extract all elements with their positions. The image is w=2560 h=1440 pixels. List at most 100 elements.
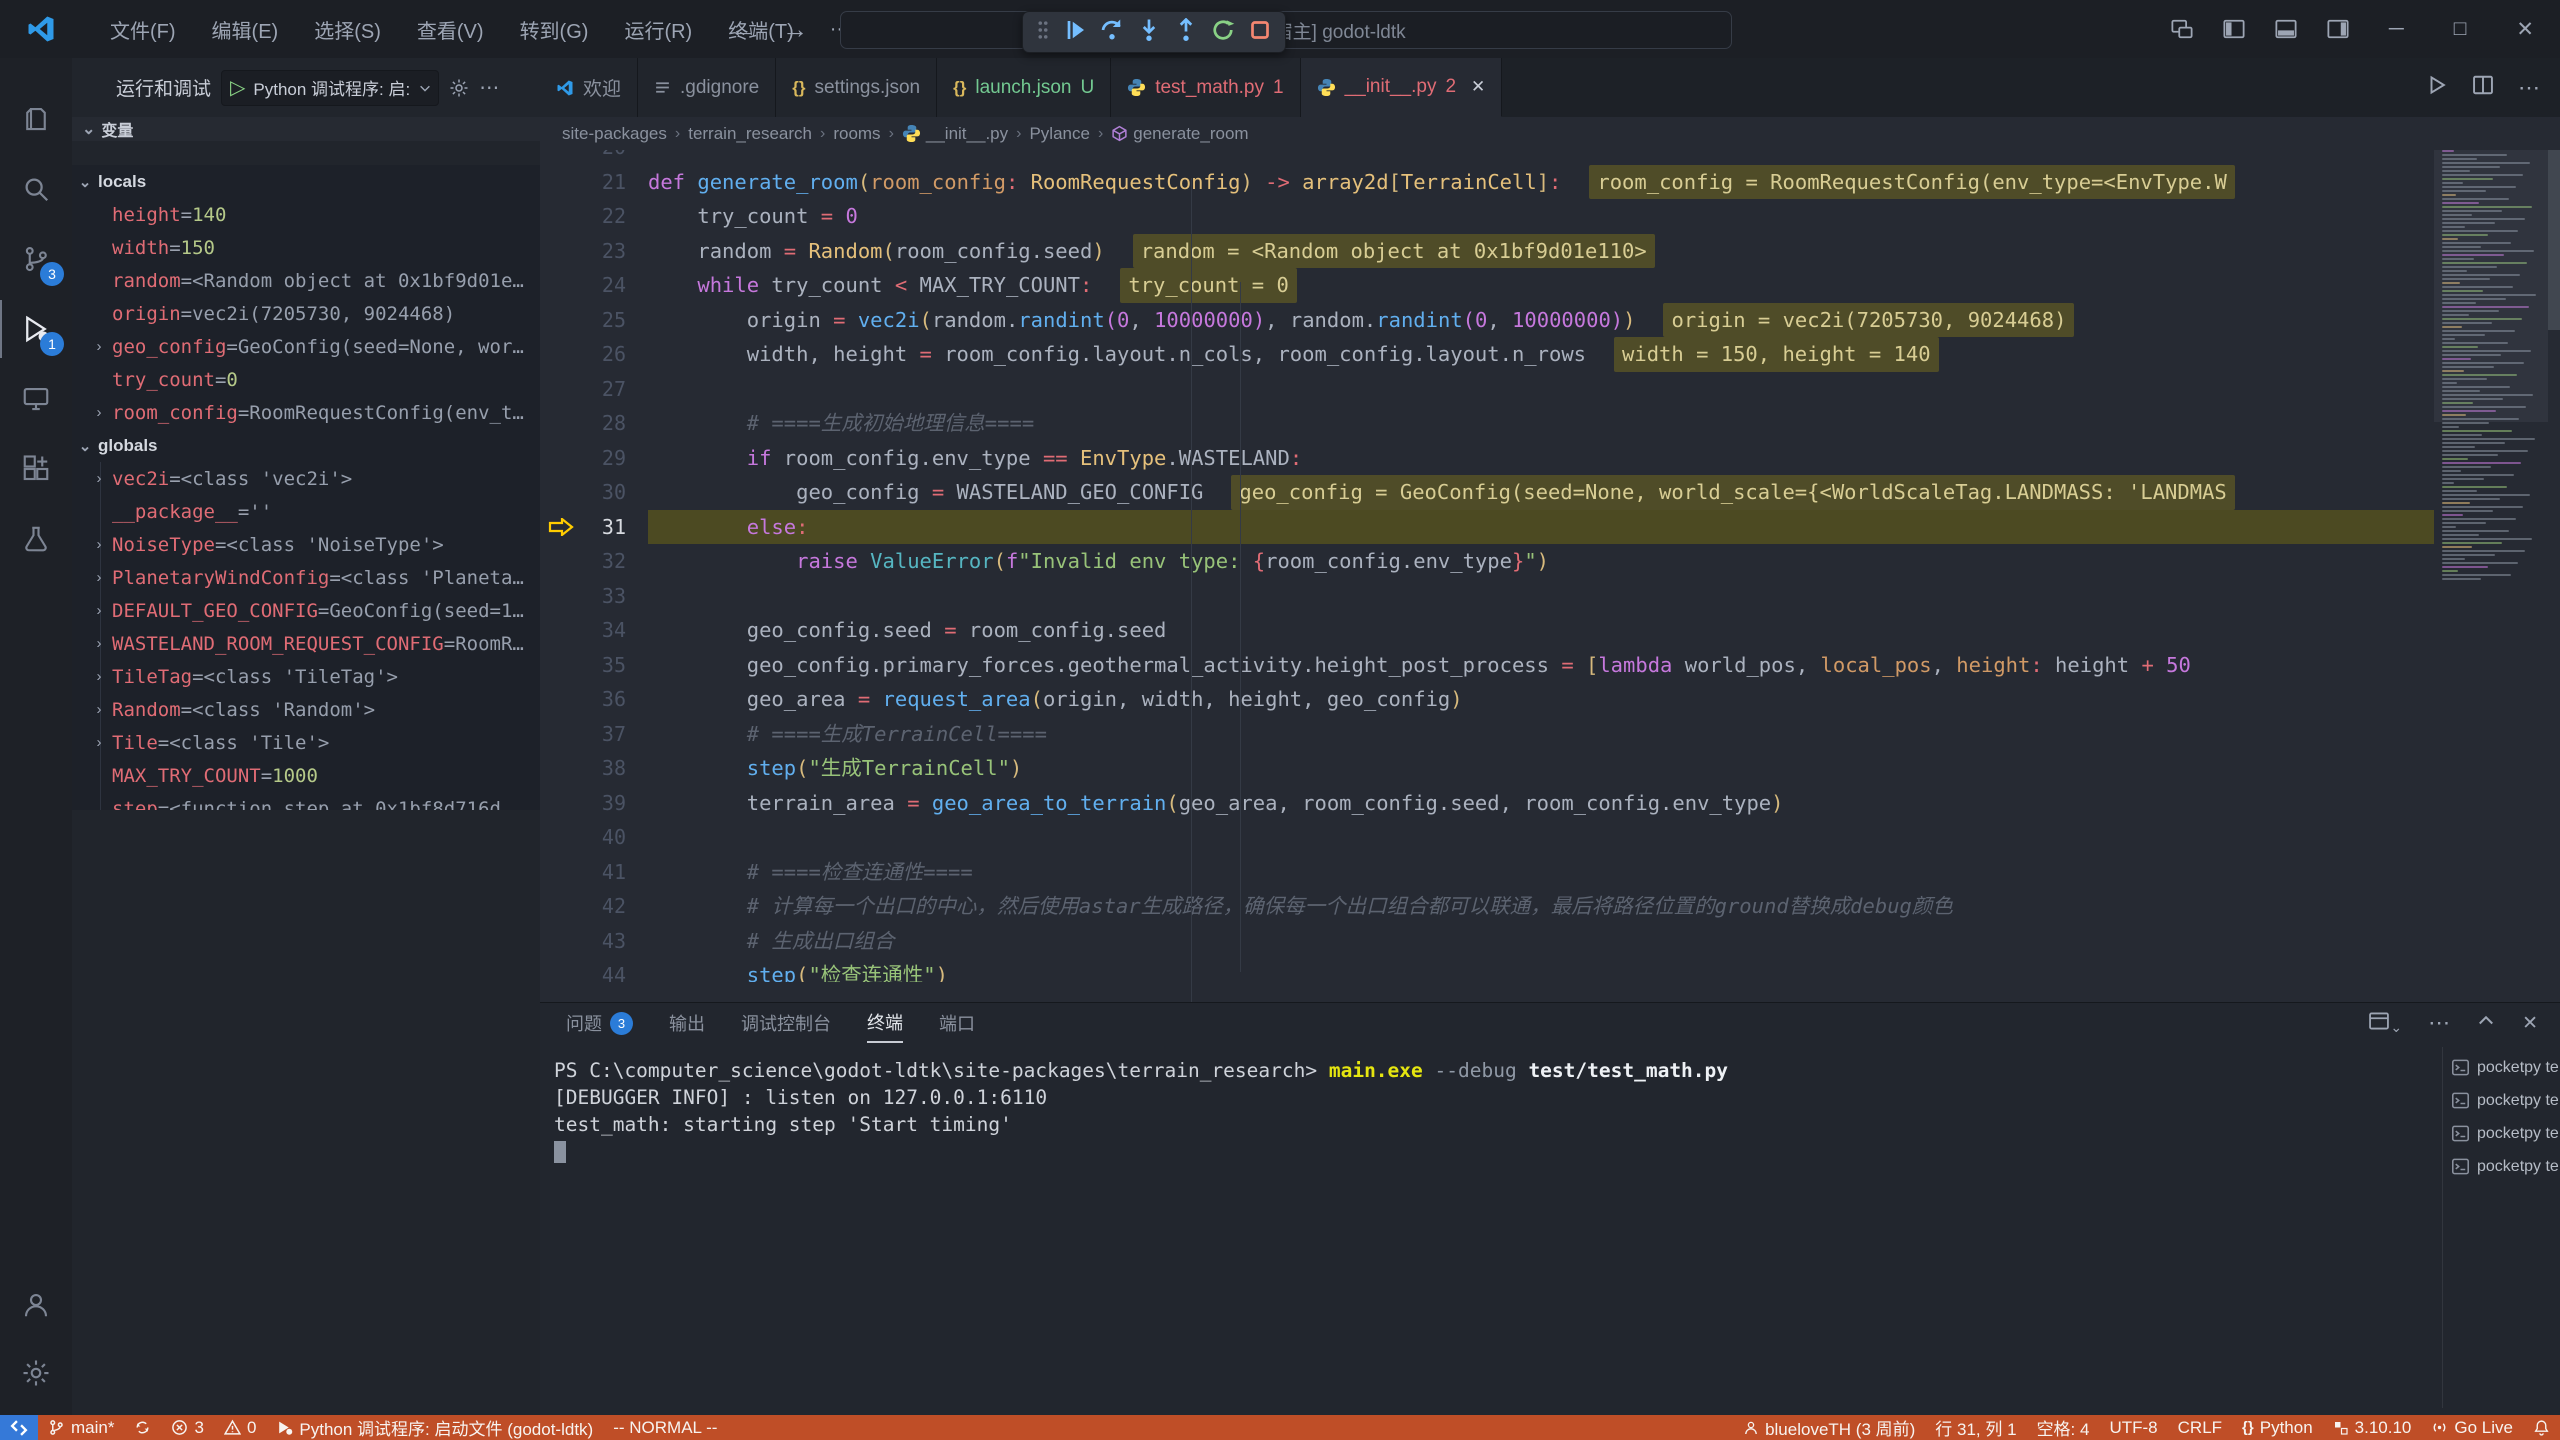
activity-search[interactable]: [0, 160, 72, 218]
status-go-live[interactable]: Go Live: [2421, 1415, 2523, 1440]
terminal-list-item[interactable]: pocketpy te…: [2443, 1150, 2560, 1183]
code-line-23[interactable]: random = Random(room_config.seed)random …: [648, 234, 2434, 269]
line-number-26[interactable]: 26: [540, 337, 648, 372]
split-editor-button[interactable]: [2472, 74, 2494, 101]
status-errors[interactable]: 3: [161, 1415, 213, 1440]
minimize-button[interactable]: ─: [2379, 17, 2414, 41]
variable-row[interactable]: MAX_TRY_COUNT = 1000: [72, 759, 540, 792]
status-language-mode[interactable]: {}Python: [2232, 1415, 2323, 1440]
close-panel-button[interactable]: ✕: [2522, 1012, 2538, 1035]
status-sync-changes[interactable]: [124, 1415, 161, 1440]
run-python-file-button[interactable]: [2426, 74, 2448, 101]
code-line-37[interactable]: # ====生成TerrainCell====: [648, 717, 2434, 752]
status-remote-indicator[interactable]: [0, 1415, 38, 1440]
activity-remote-explorer[interactable]: [0, 370, 72, 428]
status-encoding[interactable]: UTF-8: [2099, 1415, 2167, 1440]
line-number-45[interactable]: 45: [540, 993, 648, 1003]
layout-customize-icon[interactable]: [2327, 18, 2349, 40]
minimap-slider[interactable]: [2434, 150, 2548, 422]
panel-tab-端口[interactable]: 端口: [939, 1003, 975, 1043]
code-line-26[interactable]: width, height = room_config.layout.n_col…: [648, 337, 2434, 372]
menu-编辑(E)[interactable]: 编辑(E): [198, 9, 293, 50]
close-window-button[interactable]: ✕: [2506, 17, 2544, 42]
continue-button[interactable]: [1063, 18, 1087, 47]
variable-row[interactable]: ›geo_config = GeoConfig(seed=None, wor…: [72, 330, 540, 363]
variable-row[interactable]: ›WASTELAND_ROOM_REQUEST_CONFIG = RoomR…: [72, 627, 540, 660]
status-debug-session[interactable]: Python 调试程序: 启动文件 (godot-ldtk): [266, 1415, 603, 1440]
variable-row[interactable]: ›room_config = RoomRequestConfig(env_t…: [72, 396, 540, 429]
close-icon[interactable]: ✕: [1471, 77, 1485, 97]
variable-row[interactable]: ›DEFAULT_GEO_CONFIG = GeoConfig(seed=1…: [72, 594, 540, 627]
code-line-20[interactable]: [648, 150, 2434, 165]
panel-tab-问题[interactable]: 问题3: [566, 1003, 633, 1043]
debug-config-dropdown[interactable]: ▷ Python 调试程序: 启:: [221, 70, 439, 106]
line-number-40[interactable]: 40: [540, 820, 648, 855]
code-line-30[interactable]: geo_config = WASTELAND_GEO_CONFIGgeo_con…: [648, 475, 2434, 510]
line-number-32[interactable]: 32: [540, 544, 648, 579]
variable-row[interactable]: height = 140: [72, 198, 540, 231]
terminal-views-button[interactable]: ⌄: [2368, 1010, 2402, 1037]
more-actions-icon[interactable]: ⋯: [2428, 1010, 2450, 1036]
debug-settings-gear-icon[interactable]: [449, 78, 469, 98]
breadcrumb-item-Pylance[interactable]: Pylance: [1029, 124, 1089, 144]
line-number-41[interactable]: 41: [540, 855, 648, 890]
code-line-31[interactable]: else:: [648, 510, 2434, 545]
line-number-23[interactable]: 23: [540, 234, 648, 269]
menu-转到(G)[interactable]: 转到(G): [506, 9, 603, 50]
terminal-list-item[interactable]: pocketpy te…: [2443, 1084, 2560, 1117]
code-line-39[interactable]: terrain_area = geo_area_to_terrain(geo_a…: [648, 786, 2434, 821]
layout-sidebar-icon[interactable]: [2223, 18, 2245, 40]
panel-tab-调试控制台[interactable]: 调试控制台: [741, 1003, 831, 1043]
code-line-43[interactable]: # 生成出口组合: [648, 924, 2434, 959]
line-number-33[interactable]: 33: [540, 579, 648, 614]
line-number-37[interactable]: 37: [540, 717, 648, 752]
more-actions-icon[interactable]: ⋯: [479, 75, 499, 100]
tab-test_math.py[interactable]: test_math.py1: [1111, 58, 1300, 117]
activity-settings[interactable]: [0, 1344, 72, 1402]
activity-testing[interactable]: [0, 510, 72, 568]
start-debug-icon[interactable]: ▷: [222, 75, 253, 100]
panel-tab-终端[interactable]: 终端: [867, 1003, 903, 1043]
variables-group-globals[interactable]: ⌄globals: [72, 429, 540, 462]
line-number-27[interactable]: 27: [540, 372, 648, 407]
maximize-button[interactable]: □: [2444, 17, 2477, 41]
maximize-panel-button[interactable]: [2476, 1011, 2496, 1036]
breadcrumb-item-site-packages[interactable]: site-packages: [562, 124, 667, 144]
variable-row[interactable]: ›vec2i = <class 'vec2i'>: [72, 462, 540, 495]
variable-row[interactable]: ›TileTag = <class 'TileTag'>: [72, 660, 540, 693]
activity-extensions[interactable]: [0, 440, 72, 498]
variable-row[interactable]: ›PlanetaryWindConfig = <class 'Planeta…: [72, 561, 540, 594]
tab-__init__.py[interactable]: __init__.py2✕: [1301, 58, 1503, 117]
menu-运行(R)[interactable]: 运行(R): [610, 9, 706, 50]
status-indentation[interactable]: 空格: 4: [2027, 1415, 2100, 1440]
code-line-42[interactable]: # 计算每一个出口的中心，然后使用astar生成路径，确保每一个出口组合都可以联…: [648, 889, 2434, 924]
back-icon[interactable]: ←: [730, 14, 756, 45]
menu-查看(V)[interactable]: 查看(V): [403, 9, 498, 50]
status-eol[interactable]: CRLF: [2168, 1415, 2232, 1440]
more-actions-icon[interactable]: ⋯: [2518, 75, 2540, 101]
variable-row[interactable]: step = <function step at 0x1bf8d716d…: [72, 792, 540, 810]
line-number-38[interactable]: 38: [540, 751, 648, 786]
variable-row[interactable]: ›NoiseType = <class 'NoiseType'>: [72, 528, 540, 561]
code-line-36[interactable]: geo_area = request_area(origin, width, h…: [648, 682, 2434, 717]
code-line-28[interactable]: # ====生成初始地理信息====: [648, 406, 2434, 441]
code-line-44[interactable]: step("检查连通性"): [648, 958, 2434, 982]
forward-icon[interactable]: →: [782, 14, 808, 45]
line-number-42[interactable]: 42: [540, 889, 648, 924]
line-number-22[interactable]: 22: [540, 199, 648, 234]
open-remote-icon[interactable]: [2171, 18, 2193, 40]
variable-row[interactable]: random = <Random object at 0x1bf9d01e…: [72, 264, 540, 297]
variable-row[interactable]: try_count = 0: [72, 363, 540, 396]
menu-选择(S)[interactable]: 选择(S): [300, 9, 395, 50]
terminal-list-item[interactable]: pocketpy te…: [2443, 1051, 2560, 1084]
line-number-24[interactable]: 24: [540, 268, 648, 303]
activity-accounts[interactable]: [0, 1276, 72, 1334]
step-into-button[interactable]: [1137, 18, 1161, 47]
tab-launch.json[interactable]: {}launch.jsonU: [937, 58, 1111, 117]
line-number-36[interactable]: 36: [540, 682, 648, 717]
tab-欢迎[interactable]: 欢迎: [540, 58, 638, 117]
variable-row[interactable]: ›Tile = <class 'Tile'>: [72, 726, 540, 759]
command-center-search[interactable]: [扩展开发宿主] godot-ldtk: [840, 11, 1732, 49]
step-out-button[interactable]: [1174, 18, 1198, 47]
code-line-24[interactable]: while try_count < MAX_TRY_COUNT:try_coun…: [648, 268, 2434, 303]
